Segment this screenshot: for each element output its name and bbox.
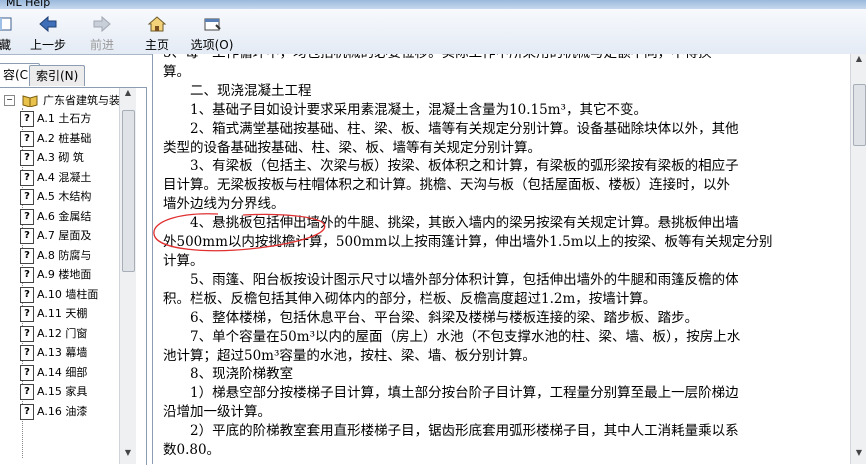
tree-item[interactable]: ? A.10 墙柱面 [20, 286, 98, 304]
content-line: 外500mm以内按挑檐计算，500mm以上按雨篷计算，伸出墙外1.5m以上的按梁… [163, 234, 773, 251]
content-line: 2）平底的阶梯教室套用直形楼梯子目，锯齿形底套用弧形楼梯子目，其中人工消耗量乘以… [163, 423, 739, 440]
content-line: 目计算。无梁板按板与柱帽体积之和计算。挑檐、天沟与板（包括屋面板、楼板）连接时，… [163, 177, 730, 194]
back-button[interactable]: 上一步 [28, 9, 68, 54]
content-scrollbar[interactable]: ▲ ▼ [850, 54, 866, 464]
tree-item-label: A.9 楼地面 [37, 268, 92, 281]
tree-item[interactable]: ? A.14 细部 [20, 364, 87, 382]
content-line: 池计算；超过50m³容量的水池，按柱、梁、墙、板分别计算。 [163, 347, 536, 364]
tree-item[interactable]: ? A.4 混凝土 [20, 169, 91, 187]
tree-item-label: A.1 土石方 [37, 112, 92, 125]
tree-item-label: A.3 砌 筑 [37, 151, 84, 164]
options-button[interactable]: 选项(O) [190, 9, 234, 54]
content-scroll-up-icon[interactable]: ▲ [852, 54, 866, 70]
help-topic-icon: ? [20, 169, 34, 186]
tree-item[interactable]: ? A.15 家具 [20, 383, 87, 401]
content-line: 二、现浇混凝土工程 [163, 82, 312, 99]
content-scroll-thumb[interactable] [853, 84, 866, 146]
forward-button[interactable]: 前进 [86, 9, 118, 54]
nav-tabs: 容(C) 索引(N) [0, 61, 146, 87]
content-line: 数0.80。 [163, 442, 221, 459]
help-topic-icon: ? [20, 130, 34, 147]
tree-item-label: A.10 墙柱面 [37, 287, 99, 301]
tree-item[interactable]: ? A.11 天棚 [20, 305, 87, 323]
help-content-pane: 5、每一工作循环中，均包括机械的必要位移。实际工作中所采用的机械与定额不同，不得… [152, 54, 851, 464]
content-line: 6、整体楼梯，包括休息平台、平台梁、斜梁及楼梯与楼板连接的梁、踏步板、踏步。 [163, 309, 699, 326]
book-open-icon [22, 95, 37, 108]
content-line: 2、箱式满堂基础按基础、柱、梁、板、墙等有关规定分别计算。设备基础除块体以外，其… [163, 120, 739, 137]
scroll-up-arrow-icon[interactable]: ▲ [121, 88, 135, 104]
window-titlebar: ML Help [0, 0, 866, 9]
tree-item[interactable]: ? A.16 油漆 [20, 403, 87, 421]
tree-item[interactable]: ? A.1 土石方 [20, 110, 91, 128]
content-line: 5、每一工作循环中，均包括机械的必要位移。实际工作中所采用的机械与定额不同，不得… [153, 54, 851, 63]
help-topic-icon: ? [20, 384, 34, 400]
tree-item[interactable]: ? A.3 砌 筑 [20, 149, 84, 167]
content-line: 1）梯悬空部分按楼梯子目计算，填土部分按台阶子目计算，工程量分别算至最上一层阶梯… [163, 385, 739, 402]
help-topic-icon: ? [20, 208, 34, 225]
nav-scroll-thumb[interactable] [122, 110, 135, 272]
toolbar: 藏 上一步 前进 主页 选项(O) [0, 9, 866, 55]
help-topic-icon: ? [20, 364, 34, 381]
help-topic-icon: ? [20, 111, 34, 127]
tree-item-label: A.2 桩基础 [37, 131, 92, 145]
tree-root-label: 广东省建筑与装 [43, 94, 120, 107]
help-topic-icon: ? [20, 325, 34, 342]
tree-item-label: A.14 细部 [37, 365, 88, 379]
back-arrow-icon [39, 15, 57, 33]
content-line: 沿增加一级计算。 [163, 404, 271, 421]
tree-item-label: A.11 天棚 [37, 307, 88, 320]
tree-item-label: A.12 门窗 [37, 326, 88, 340]
content-line: 8、现浇阶梯教室 [163, 366, 294, 383]
tree-item-label: A.13 幕墙 [37, 346, 88, 359]
content-line: 1、基础子目如设计要求采用素混凝土，混凝土含量为10.15m³，其它不变。 [163, 101, 647, 118]
tree-item[interactable]: ? A.9 楼地面 [20, 266, 91, 284]
hide-icon [0, 17, 12, 31]
home-button[interactable]: 主页 [142, 9, 172, 54]
content-line: 5、雨篷、阳台板按设计图示尺寸以墙外部分体积计算，包括伸出墙外的牛腿和雨篷反檐的… [163, 271, 739, 288]
forward-arrow-icon [93, 15, 111, 33]
nav-scrollbar[interactable]: ▲ ▼ [119, 88, 136, 464]
tree-item-label: A.4 混凝土 [37, 170, 92, 184]
tree-item-label: A.6 金属结 [37, 209, 92, 223]
help-topic-icon: ? [20, 306, 34, 322]
content-scroll-down-icon[interactable]: ▼ [852, 448, 866, 464]
hide-button[interactable]: 藏 [0, 9, 16, 54]
content-line: 4、悬挑板包括伸出墙外的牛腿、挑梁，其嵌入墙内的梁另按梁有关规定计算。悬挑板伸出… [163, 215, 739, 232]
help-topic-icon: ? [20, 247, 34, 264]
tree-item[interactable]: ? A.13 幕墙 [20, 344, 87, 362]
help-topic-icon: ? [20, 403, 34, 420]
content-line: 算。 [163, 63, 190, 80]
tree-item-label: A.5 木结构 [37, 190, 92, 203]
tree-item[interactable]: ? A.8 防腐与 [20, 247, 91, 265]
help-topic-icon: ? [20, 345, 34, 361]
tree-root[interactable]: − 广东省建筑与装 [0, 92, 120, 110]
tree-item-label: A.8 防腐与 [37, 248, 92, 262]
help-topic-icon: ? [20, 267, 34, 283]
scroll-down-arrow-icon[interactable]: ▼ [121, 448, 135, 464]
content-line: 7、单个容量在50m³以内的屋面（房上）水池（不包支撑水池的柱、梁、墙、板），按… [163, 328, 741, 345]
content-line: 3、有梁板（包括主、次梁与板）按梁、板体积之和计算，有梁板的弧形梁按有梁板的相应… [163, 158, 739, 175]
tree-item-label: A.15 家具 [37, 385, 88, 398]
tree-item[interactable]: ? A.5 木结构 [20, 188, 91, 206]
content-line: 积。栏板、反檐包括其伸入砌体内的部分，栏板、反檐高度超过1.2m，按墙计算。 [163, 290, 657, 307]
tree-item[interactable]: ? A.2 桩基础 [20, 130, 91, 148]
help-topic-icon: ? [20, 189, 34, 205]
content-line: 计算。 [163, 252, 204, 269]
help-topic-icon: ? [20, 286, 34, 303]
tab-index[interactable]: 索引(N) [29, 65, 86, 86]
tree-item-label: A.7 屋面及 [37, 229, 92, 242]
content-line: 墙外边线为分界线。 [163, 196, 285, 213]
tree-item[interactable]: ? A.7 屋面及 [20, 227, 91, 245]
tree-item[interactable]: ? A.12 门窗 [20, 325, 87, 343]
tree-item[interactable]: ? A.6 金属结 [20, 208, 91, 226]
tree-item-label: A.16 油漆 [37, 404, 88, 418]
home-icon [147, 16, 167, 32]
help-topic-icon: ? [20, 228, 34, 244]
help-topic-icon: ? [20, 150, 34, 166]
window-title: ML Help [6, 0, 51, 9]
options-icon [204, 18, 221, 31]
collapse-icon[interactable]: − [4, 94, 15, 106]
content-line: 类型的设备基础按基础、柱、梁、板、墙等有关规定分别计算。 [163, 139, 541, 156]
